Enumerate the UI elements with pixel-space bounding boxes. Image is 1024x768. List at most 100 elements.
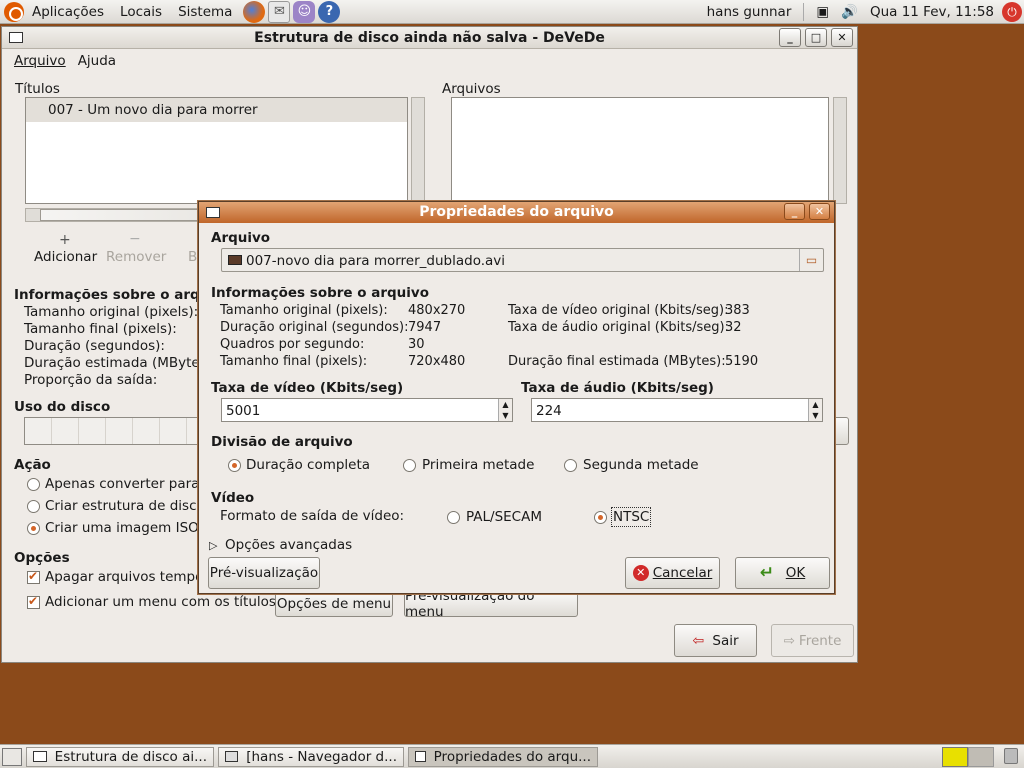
titles-vscroll[interactable] bbox=[411, 97, 425, 204]
window-icon bbox=[33, 751, 47, 762]
action-radio-convert[interactable] bbox=[27, 478, 40, 491]
info-value: 480x270 bbox=[408, 303, 466, 318]
ok-arrow-icon: ↵ bbox=[759, 563, 774, 583]
trash-icon[interactable] bbox=[1004, 748, 1018, 764]
dialog-title: Propriedades do arquivo bbox=[419, 204, 614, 220]
delete-temp-label[interactable]: Apagar arquivos tempor bbox=[45, 569, 209, 585]
video-header: Vídeo bbox=[211, 490, 255, 506]
volume-icon[interactable]: 🔊 bbox=[835, 4, 864, 20]
remove-button[interactable]: Remover bbox=[106, 249, 166, 265]
menu-applications[interactable]: Aplicações bbox=[24, 4, 112, 20]
audio-rate-label: Taxa de áudio (Kbits/seg) bbox=[521, 380, 714, 396]
files-list[interactable] bbox=[451, 97, 829, 204]
files-header: Arquivos bbox=[442, 81, 501, 97]
split-radio-second[interactable] bbox=[564, 459, 577, 472]
task-main-window[interactable]: Estrutura de disco ai... bbox=[26, 746, 214, 767]
firefox-icon[interactable] bbox=[243, 0, 266, 23]
ubuntu-logo-icon[interactable] bbox=[4, 1, 24, 22]
folder-icon[interactable]: ▭ bbox=[799, 249, 823, 271]
audio-rate-spinner[interactable]: 224 ▲ ▼ bbox=[531, 398, 823, 422]
maximize-button[interactable]: □ bbox=[805, 28, 827, 47]
quit-button[interactable]: ⇦ Sair bbox=[674, 624, 757, 657]
close-button[interactable]: ✕ bbox=[831, 28, 853, 47]
video-rate-spinner[interactable]: 5001 ▲ ▼ bbox=[221, 398, 513, 422]
disk-usage-bar bbox=[24, 417, 204, 445]
titles-list[interactable]: 007 - Um novo dia para morrer bbox=[25, 97, 408, 204]
menu-ajuda[interactable]: Ajuda bbox=[72, 53, 122, 69]
video-file-icon bbox=[228, 255, 242, 265]
main-titlebar[interactable]: Estrutura de disco ainda não salva - DeV… bbox=[2, 27, 857, 49]
menu-system[interactable]: Sistema bbox=[170, 4, 240, 20]
split-radio-full[interactable] bbox=[228, 459, 241, 472]
dialog-window-menu-icon[interactable] bbox=[206, 207, 220, 218]
files-vscroll[interactable] bbox=[833, 97, 847, 204]
next-button[interactable]: ⇨ Frente bbox=[771, 624, 854, 657]
cancel-button[interactable]: ✕ Cancelar bbox=[625, 557, 720, 589]
separator bbox=[803, 3, 805, 21]
workspace-1[interactable] bbox=[942, 747, 968, 767]
workspace-switcher[interactable] bbox=[942, 747, 994, 767]
format-label-ntsc[interactable]: NTSC bbox=[611, 507, 652, 527]
task-properties-dialog[interactable]: Propriedades do arqu... bbox=[408, 746, 598, 767]
action-radio-iso[interactable] bbox=[27, 522, 40, 535]
menu-arquivo[interactable]: Arquivo bbox=[8, 53, 72, 69]
info-label: Duração original (segundos): bbox=[220, 320, 409, 335]
help-icon[interactable]: ? bbox=[318, 0, 341, 23]
file-browser-icon bbox=[225, 751, 239, 762]
info-value: 383 bbox=[725, 303, 750, 318]
format-label-pal[interactable]: PAL/SECAM bbox=[466, 509, 542, 525]
video-rate-value: 5001 bbox=[226, 403, 261, 419]
action-label-iso[interactable]: Criar uma imagem ISO bbox=[45, 520, 199, 536]
split-label-full[interactable]: Duração completa bbox=[246, 457, 370, 473]
title-item[interactable]: 007 - Um novo dia para morrer bbox=[26, 98, 407, 122]
task-file-browser[interactable]: [hans - Navegador d... bbox=[218, 746, 404, 767]
exit-icon: ⇦ bbox=[692, 632, 705, 649]
power-icon[interactable]: ⏻ bbox=[1002, 2, 1022, 22]
add-menu-checkbox[interactable] bbox=[27, 594, 40, 609]
split-radio-first[interactable] bbox=[403, 459, 416, 472]
task-label: Propriedades do arqu... bbox=[433, 748, 591, 765]
menu-places[interactable]: Locais bbox=[112, 4, 170, 20]
user-name[interactable]: hans gunnar bbox=[701, 4, 798, 20]
action-label-convert[interactable]: Apenas converter para bbox=[45, 476, 199, 492]
minimize-button[interactable]: _ bbox=[779, 28, 801, 47]
bottom-panel: Estrutura de disco ai... [hans - Navegad… bbox=[0, 744, 1024, 768]
info-value: 30 bbox=[408, 337, 425, 352]
show-desktop-icon[interactable] bbox=[2, 747, 22, 766]
dialog-titlebar[interactable]: Propriedades do arquivo _ ✕ bbox=[199, 202, 834, 223]
info-label: Taxa de áudio original (Kbits/seg): bbox=[508, 320, 729, 335]
main-window-title: Estrutura de disco ainda não salva - DeV… bbox=[254, 30, 605, 46]
action-label-structure[interactable]: Criar estrutura de disco bbox=[45, 498, 205, 514]
disk-usage-header: Uso do disco bbox=[14, 399, 111, 415]
preview-button[interactable]: Pré-visualização bbox=[208, 557, 320, 589]
video-format-label: Formato de saída de vídeo: bbox=[220, 508, 405, 524]
delete-temp-checkbox[interactable] bbox=[27, 569, 40, 584]
format-radio-pal[interactable] bbox=[447, 511, 460, 524]
advanced-options-expander[interactable]: Opções avançadas bbox=[225, 537, 352, 553]
workspace-2[interactable] bbox=[968, 747, 994, 767]
dialog-close-button[interactable]: ✕ bbox=[809, 203, 830, 220]
b-button[interactable]: B bbox=[188, 249, 197, 265]
info-value: 720x480 bbox=[408, 354, 466, 369]
info-row: Proporção da saída: bbox=[24, 372, 158, 388]
mail-icon[interactable]: ✉ bbox=[268, 0, 291, 23]
menu-options-button[interactable]: Opções de menu bbox=[275, 591, 393, 617]
audio-rate-arrows-icon[interactable]: ▲ ▼ bbox=[808, 399, 822, 421]
pidgin-icon[interactable]: ☺ bbox=[293, 0, 316, 23]
menu-preview-button[interactable]: Pré-visualização do menu bbox=[404, 588, 578, 620]
dialog-minimize-button[interactable]: _ bbox=[784, 203, 805, 220]
window-menu-icon[interactable] bbox=[9, 32, 23, 43]
ok-button[interactable]: ↵ OK bbox=[735, 557, 830, 589]
add-menu-label[interactable]: Adicionar um menu com os títulos bbox=[45, 594, 276, 610]
options-header: Opções bbox=[14, 550, 70, 566]
add-button[interactable]: Adicionar bbox=[34, 249, 97, 265]
video-rate-arrows-icon[interactable]: ▲ ▼ bbox=[498, 399, 512, 421]
action-radio-structure[interactable] bbox=[27, 500, 40, 513]
split-label-first[interactable]: Primeira metade bbox=[422, 457, 534, 473]
file-chooser[interactable]: 007-novo dia para morrer_dublado.avi ▭ bbox=[221, 248, 824, 272]
expander-arrow-icon[interactable]: ▷ bbox=[209, 539, 217, 552]
network-icon[interactable]: ▣ bbox=[810, 4, 835, 20]
format-radio-ntsc[interactable] bbox=[594, 511, 607, 524]
clock[interactable]: Qua 11 Fev, 11:58 bbox=[864, 4, 1000, 20]
split-label-second[interactable]: Segunda metade bbox=[583, 457, 699, 473]
